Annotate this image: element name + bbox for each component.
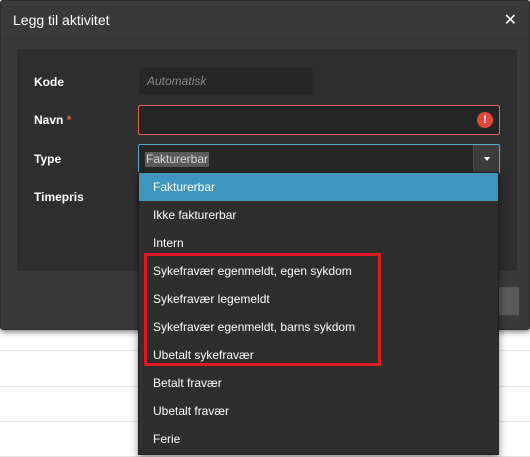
close-icon[interactable]: ✕ — [504, 11, 517, 28]
dropdown-option[interactable]: Ubetalt fravær — [139, 397, 498, 425]
name-input[interactable]: ! — [138, 105, 500, 135]
type-dropdown-menu: Fakturerbar Ikke fakturerbar Intern Syke… — [138, 172, 499, 455]
code-input[interactable]: Automatisk — [139, 67, 313, 95]
name-label: Navn * — [34, 105, 71, 135]
type-select[interactable]: Fakturerbar — [138, 144, 500, 174]
modal-header: Legg til aktivitet ✕ — [1, 1, 529, 39]
dropdown-option[interactable]: Ubetalt sykefravær — [139, 341, 498, 369]
type-label: Type — [34, 152, 62, 166]
code-row: Kode Automatisk — [17, 67, 517, 97]
dropdown-option[interactable]: Sykefravær legemeldt — [139, 285, 498, 313]
type-select-value: Fakturerbar — [145, 152, 210, 167]
modal-title: Legg til aktivitet — [13, 11, 110, 28]
dropdown-option[interactable]: Intern — [139, 229, 498, 257]
dropdown-option[interactable]: Ikke fakturerbar — [139, 201, 498, 229]
chevron-down-icon[interactable] — [473, 145, 499, 173]
error-icon: ! — [477, 112, 493, 128]
name-label-text: Navn — [34, 113, 64, 127]
dropdown-option[interactable]: Ferie — [139, 425, 498, 453]
dropdown-option[interactable]: Betalt fravær — [139, 369, 498, 397]
type-row: Type Fakturerbar — [17, 144, 517, 174]
code-label: Kode — [34, 75, 64, 89]
required-marker: * — [66, 113, 72, 127]
hourly-rate-label: Timepris — [34, 190, 84, 204]
dropdown-option[interactable]: Sykefravær egenmeldt, egen sykdom — [139, 257, 498, 285]
dropdown-option[interactable]: Fakturerbar — [139, 173, 498, 201]
name-row: Navn * ! — [17, 105, 517, 135]
dropdown-option[interactable]: Sykefravær egenmeldt, barns sykdom — [139, 313, 498, 341]
